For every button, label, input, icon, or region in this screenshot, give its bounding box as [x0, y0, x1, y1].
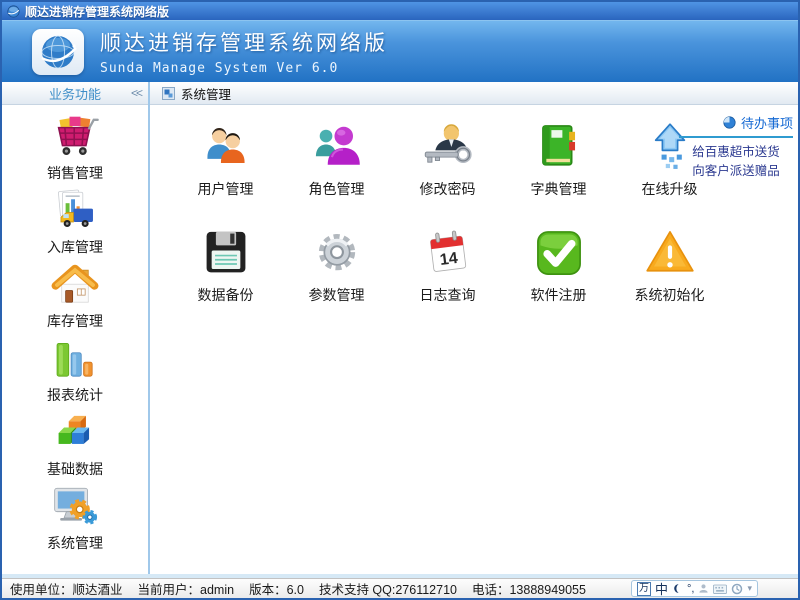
ime-wan-button[interactable]: 万	[637, 582, 651, 596]
ime-language-bar: 万 中 °, ▾	[631, 580, 758, 597]
status-company: 使用单位：顺达酒业	[10, 579, 123, 598]
tab-label: 系统管理	[181, 84, 231, 103]
status-phone: 电话：13888949055	[472, 579, 586, 598]
status-support-qq: 技术支持 QQ:276112710	[319, 579, 457, 598]
status-bar: 使用单位：顺达酒业 当前用户：admin 版本：6.0 技术支持 QQ:2761…	[2, 578, 798, 598]
sidebar-item-sales[interactable]: 销售管理	[2, 112, 148, 186]
sidebar-item-basic-data[interactable]: 基础数据	[2, 408, 148, 482]
sidebar-title: 业务功能	[49, 84, 101, 103]
app-item-label: 系统初始化	[635, 285, 705, 305]
tab-bar: 系统管理	[150, 82, 798, 105]
tab-system-management[interactable]: 系统管理	[158, 82, 235, 104]
content-panel: 用户管理 角色管理	[150, 105, 798, 574]
globe-logo-icon	[38, 32, 78, 72]
app-item-change-password[interactable]: 修改密码	[392, 115, 503, 221]
app-subtitle: Sunda Manage System Ver 6.0	[100, 61, 388, 76]
app-title: 顺达进销存管理系统网络版	[100, 27, 388, 57]
app-item-label: 日志查询	[420, 285, 476, 305]
app-item-user-management[interactable]: 用户管理	[170, 115, 281, 221]
password-key-icon	[421, 120, 475, 174]
calendar-icon: 14	[421, 226, 475, 280]
truck-documents-icon	[50, 186, 100, 236]
users-icon	[199, 120, 253, 174]
todo-link-delivery[interactable]: 给百惠超市送货	[679, 143, 793, 162]
dictionary-book-icon	[532, 120, 586, 174]
ime-fullwidth-moon-icon[interactable]	[672, 583, 683, 594]
sidebar-header: 业务功能 <<	[2, 82, 148, 105]
body: 业务功能 << 销售管理	[2, 82, 798, 578]
roles-icon	[310, 120, 364, 174]
header-banner: 顺达进销存管理系统网络版 Sunda Manage System Ver 6.0	[2, 20, 798, 82]
app-item-parameters[interactable]: 参数管理	[281, 221, 392, 327]
sidebar: 业务功能 << 销售管理	[2, 82, 150, 574]
sidebar-item-inventory[interactable]: 库存管理	[2, 260, 148, 334]
app-item-label: 参数管理	[309, 285, 365, 305]
app-item-role-management[interactable]: 角色管理	[281, 115, 392, 221]
gear-icon	[310, 226, 364, 280]
todo-link-gifts[interactable]: 向客户派送赠品	[679, 162, 793, 181]
app-window: 顺达进销存管理系统网络版 顺达进销存管理系统网络版 Sunda Manage S…	[0, 0, 800, 600]
globe-icon	[7, 5, 20, 18]
window-layout-icon	[162, 87, 175, 100]
ime-dropdown-arrow[interactable]: ▾	[747, 583, 752, 594]
sidebar-item-label: 报表统计	[47, 385, 103, 405]
sidebar-item-inbound[interactable]: 入库管理	[2, 186, 148, 260]
main-area: 系统管理 用户管理	[150, 82, 798, 574]
app-logo	[32, 29, 84, 75]
shopping-cart-icon	[50, 112, 100, 162]
svg-text:14: 14	[438, 249, 458, 269]
todo-title-link[interactable]: 待办事项	[679, 113, 793, 138]
ime-person-icon[interactable]	[698, 583, 709, 594]
computer-gears-icon	[50, 482, 100, 532]
sidebar-collapse-button[interactable]: <<	[131, 86, 141, 100]
ime-mode-button[interactable]: 中	[655, 579, 668, 598]
app-item-label: 软件注册	[531, 285, 587, 305]
app-item-system-init[interactable]: 系统初始化	[614, 221, 725, 327]
sidebar-item-label: 销售管理	[47, 163, 103, 183]
house-icon	[50, 260, 100, 310]
app-item-label: 数据备份	[198, 285, 254, 305]
sidebar-item-system[interactable]: 系统管理	[2, 482, 148, 556]
sidebar-item-label: 入库管理	[47, 237, 103, 257]
sidebar-item-label: 系统管理	[47, 533, 103, 553]
app-item-label: 在线升级	[642, 179, 698, 199]
sidebar-item-label: 基础数据	[47, 459, 103, 479]
status-current-user: 当前用户：admin	[138, 579, 235, 598]
todo-panel: 待办事项 给百惠超市送货 向客户派送赠品	[679, 113, 793, 181]
header-titles: 顺达进销存管理系统网络版 Sunda Manage System Ver 6.0	[100, 27, 388, 76]
window-title: 顺达进销存管理系统网络版	[25, 3, 169, 20]
sidebar-item-reports[interactable]: 报表统计	[2, 334, 148, 408]
app-item-log-query[interactable]: 14 日志查询	[392, 221, 503, 327]
check-badge-icon	[532, 226, 586, 280]
app-item-label: 字典管理	[531, 179, 587, 199]
sidebar-item-label: 库存管理	[47, 311, 103, 331]
app-item-dictionary[interactable]: 字典管理	[503, 115, 614, 221]
app-item-software-register[interactable]: 软件注册	[503, 221, 614, 327]
app-item-label: 角色管理	[309, 179, 365, 199]
ime-settings-wrench-icon[interactable]	[731, 583, 743, 595]
pie-clock-icon	[723, 116, 736, 129]
bar-chart-icon	[50, 334, 100, 384]
todo-title-label: 待办事项	[741, 113, 793, 132]
blocks-icon	[50, 408, 100, 458]
ime-punctuation-button[interactable]: °,	[687, 583, 694, 595]
sidebar-items: 销售管理 入	[2, 105, 148, 574]
floppy-disk-icon	[199, 226, 253, 280]
warning-triangle-icon	[643, 226, 697, 280]
module-grid: 用户管理 角色管理	[170, 115, 725, 327]
status-version: 版本：6.0	[249, 579, 304, 598]
titlebar: 顺达进销存管理系统网络版	[2, 2, 798, 20]
app-item-data-backup[interactable]: 数据备份	[170, 221, 281, 327]
app-item-label: 修改密码	[420, 179, 476, 199]
app-item-label: 用户管理	[198, 179, 254, 199]
ime-keyboard-icon[interactable]	[713, 583, 727, 594]
